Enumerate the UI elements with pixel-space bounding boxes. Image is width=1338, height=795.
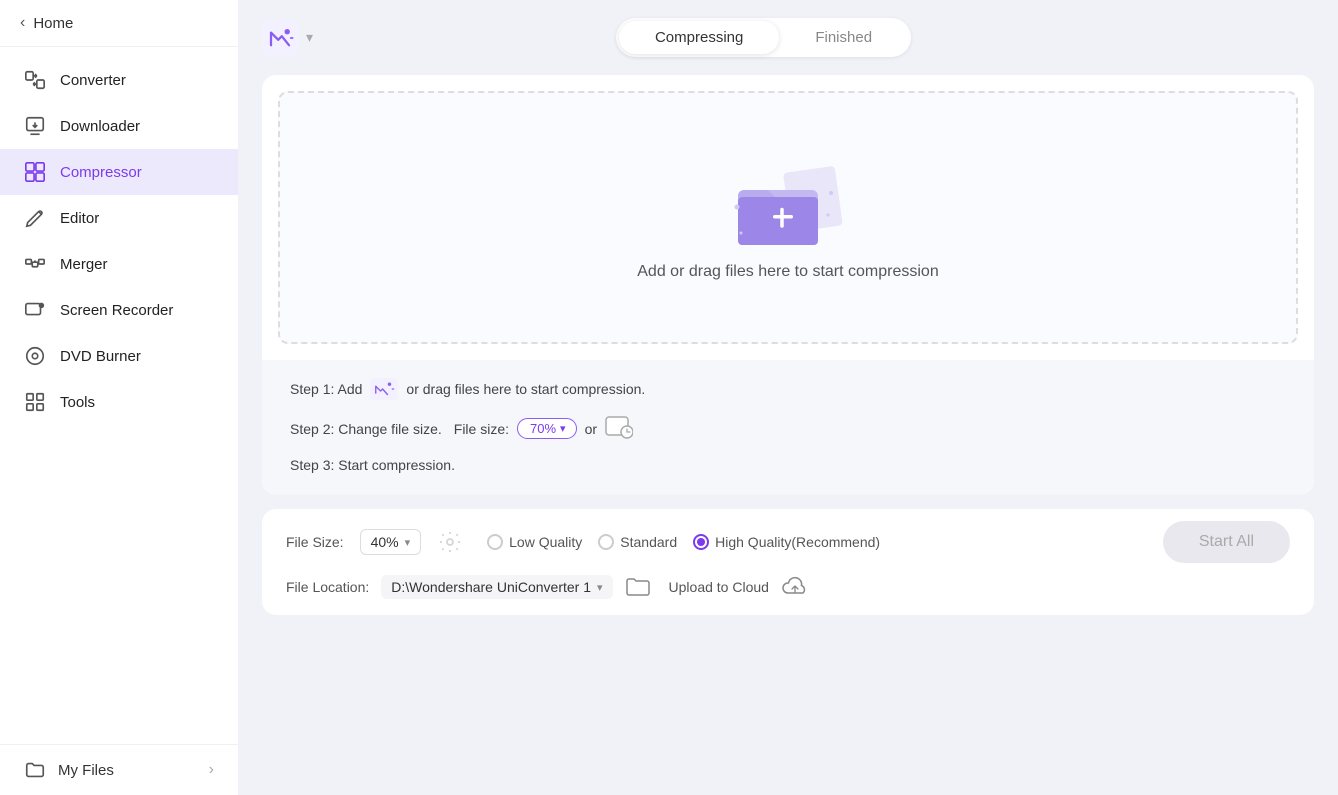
bottom-top-row: File Size: 40% ▾ Low Quality (286, 521, 1290, 563)
sidebar-item-downloader[interactable]: Downloader (0, 103, 238, 149)
tab-group: Compressing Finished (616, 18, 911, 57)
step2-file-size-dropdown[interactable]: 70% ▾ (517, 418, 577, 439)
app-logo[interactable]: ▾ (262, 20, 313, 56)
step1-text-after: or drag files here to start compression. (406, 381, 645, 397)
radio-standard[interactable]: Standard (598, 534, 677, 550)
step1-text-before: Step 1: Add (290, 381, 362, 397)
main-content: ▾ Compressing Finished (238, 0, 1338, 795)
merger-icon (24, 253, 46, 275)
logo-dropdown-icon: ▾ (306, 29, 313, 46)
compressor-label: Compressor (60, 164, 142, 181)
logo-icon (262, 20, 298, 56)
step2-or-text: or (585, 421, 597, 437)
file-size-select[interactable]: 40% ▾ (360, 529, 422, 555)
tab-compressing[interactable]: Compressing (619, 21, 779, 54)
sidebar-item-compressor[interactable]: Compressor (0, 149, 238, 195)
back-arrow-icon: ‹ (20, 14, 25, 32)
file-size-label: File Size: (286, 534, 344, 550)
my-files-icon (24, 759, 46, 781)
quality-gear-icon[interactable] (437, 529, 463, 555)
topbar: ▾ Compressing Finished (262, 18, 1314, 57)
start-all-button[interactable]: Start All (1163, 521, 1290, 563)
my-files-arrow-icon: › (209, 761, 214, 779)
step2-text: Step 2: Change file size. (290, 421, 442, 437)
upload-to-cloud-label: Upload to Cloud (669, 579, 769, 595)
home-label: Home (33, 15, 73, 32)
step-3: Step 3: Start compression. (290, 457, 1286, 473)
radio-high-quality[interactable]: High Quality(Recommend) (693, 534, 880, 550)
radio-low-label: Low Quality (509, 534, 582, 550)
quality-options: Low Quality Standard High Quality(Recomm… (487, 534, 880, 550)
sidebar-item-dvd-burner[interactable]: DVD Burner (0, 333, 238, 379)
screen-recorder-icon (24, 299, 46, 321)
sidebar-item-tools[interactable]: Tools (0, 379, 238, 425)
screen-recorder-label: Screen Recorder (60, 302, 173, 319)
step-2: Step 2: Change file size. File size: 70%… (290, 414, 1286, 443)
tools-label: Tools (60, 394, 95, 411)
downloader-icon (24, 115, 46, 137)
sidebar: ‹ Home Converter (0, 0, 238, 795)
sidebar-my-files[interactable]: My Files › (0, 744, 238, 795)
step1-add-icon[interactable] (370, 378, 398, 400)
downloader-label: Downloader (60, 118, 140, 135)
converter-icon (24, 69, 46, 91)
merger-label: Merger (60, 256, 108, 273)
drop-zone[interactable]: Add or drag files here to start compress… (278, 91, 1298, 344)
sidebar-item-converter[interactable]: Converter (0, 57, 238, 103)
sidebar-item-screen-recorder[interactable]: Screen Recorder (0, 287, 238, 333)
radio-high-dot (697, 538, 705, 546)
file-location-label: File Location: (286, 579, 369, 595)
file-location-path[interactable]: D:\Wondershare UniConverter 1 ▾ (381, 575, 612, 599)
converter-label: Converter (60, 72, 126, 89)
drop-zone-card: Add or drag files here to start compress… (262, 75, 1314, 495)
sidebar-home-link[interactable]: ‹ Home (0, 0, 238, 47)
bottom-controls: File Size: 40% ▾ Low Quality (262, 509, 1314, 615)
browse-folder-icon[interactable] (625, 576, 651, 598)
tab-finished[interactable]: Finished (779, 21, 908, 54)
radio-low-circle (487, 534, 503, 550)
step2-settings-icon[interactable] (605, 414, 633, 443)
sidebar-nav: Converter Downloader (0, 47, 238, 744)
radio-standard-label: Standard (620, 534, 677, 550)
bottom-bottom-row: File Location: D:\Wondershare UniConvert… (286, 575, 1290, 599)
radio-high-circle (693, 534, 709, 550)
drop-zone-text: Add or drag files here to start compress… (637, 263, 938, 281)
file-location-value: D:\Wondershare UniConverter 1 (391, 579, 591, 595)
tools-icon (24, 391, 46, 413)
folder-illustration (723, 155, 853, 255)
dvd-burner-label: DVD Burner (60, 348, 141, 365)
step2-file-size-value: 70% (530, 421, 556, 436)
upload-cloud-icon[interactable] (781, 576, 809, 598)
location-dropdown-arrow: ▾ (597, 581, 603, 594)
step2-file-size-label: File size: (454, 421, 509, 437)
step2-dropdown-arrow: ▾ (560, 422, 566, 435)
radio-high-label: High Quality(Recommend) (715, 534, 880, 550)
editor-label: Editor (60, 210, 99, 227)
steps-section: Step 1: Add or drag files here to start … (262, 360, 1314, 495)
my-files-label: My Files (58, 762, 114, 779)
compressor-icon (24, 161, 46, 183)
step3-text: Step 3: Start compression. (290, 457, 455, 473)
editor-icon (24, 207, 46, 229)
file-size-value: 40% (371, 534, 399, 550)
step-1: Step 1: Add or drag files here to start … (290, 378, 1286, 400)
sidebar-item-editor[interactable]: Editor (0, 195, 238, 241)
dvd-burner-icon (24, 345, 46, 367)
sidebar-item-merger[interactable]: Merger (0, 241, 238, 287)
radio-low-quality[interactable]: Low Quality (487, 534, 582, 550)
file-size-arrow: ▾ (405, 536, 411, 549)
radio-standard-circle (598, 534, 614, 550)
